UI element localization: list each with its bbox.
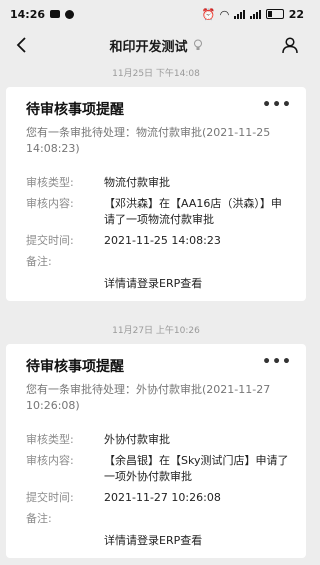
field-label: 提交时间: [26, 234, 74, 247]
card-subtitle: 您有一条审批待处理：外协付款审批(2021-11-27 10:26:08) [26, 383, 271, 412]
field-label: 备注: [26, 512, 52, 525]
field-row: 审核内容: 【余昌银】在【Sky测试门店】申请了一项外协付款审批 [26, 453, 292, 485]
field-value: 物流付款审批 [104, 176, 170, 189]
detail-note: 详情请登录ERP查看 [104, 277, 203, 290]
field-row: 审核类型: 外协付款审批 [26, 432, 292, 448]
signal-icon [233, 9, 245, 19]
field-label: 审核内容: [26, 454, 74, 467]
field-label: 审核类型: [26, 176, 74, 189]
field-label: 审核内容: [26, 197, 74, 210]
card-subtitle: 您有一条审批待处理：物流付款审批(2021-11-25 14:08:23) [26, 126, 271, 155]
profile-button[interactable] [278, 33, 302, 57]
field-value: 【邓洪森】在【AA16店（洪森）】申请了一项物流付款审批 [104, 197, 282, 226]
field-value [104, 254, 292, 270]
message-timestamp: 11月27日 上午10:26 [112, 326, 200, 336]
status-time: 14:26 [10, 7, 46, 21]
user-icon [282, 37, 298, 54]
approval-card[interactable]: ••• 待审核事项提醒 您有一条审批待处理：外协付款审批(2021-11-27 … [6, 344, 306, 558]
message-icon [50, 10, 61, 18]
chat-title: 和印开发测试 [109, 39, 188, 55]
status-bar: 14:26 ⏰ ◠ 22 [0, 0, 312, 28]
message-timestamp: 11月25日 下午14:08 [112, 69, 200, 79]
field-row: 提交时间: 2021-11-27 10:26:08 [26, 490, 292, 506]
card-title: 待审核事项提醒 [26, 102, 124, 118]
field-label: 审核类型: [26, 433, 74, 446]
card-title: 待审核事项提醒 [26, 359, 124, 375]
approval-card[interactable]: ••• 待审核事项提醒 您有一条审批待处理：物流付款审批(2021-11-25 … [6, 87, 306, 301]
nav-bar: 和印开发测试 [0, 28, 312, 62]
field-value: 2021-11-25 14:08:23 [104, 234, 221, 247]
wifi-icon: ◠ [220, 7, 229, 21]
more-options-icon[interactable]: ••• [262, 97, 292, 113]
field-value [104, 511, 292, 527]
more-options-icon[interactable]: ••• [262, 354, 292, 370]
battery-level: 22 [288, 7, 304, 21]
field-value: 2021-11-27 10:26:08 [104, 491, 221, 504]
signal-icon-2 [249, 9, 261, 19]
back-button[interactable] [10, 33, 34, 57]
field-row: 备注: [26, 511, 292, 527]
field-label: 提交时间: [26, 491, 74, 504]
bulb-icon [193, 39, 202, 50]
field-value: 外协付款审批 [104, 433, 170, 446]
alarm-icon: ⏰ [201, 7, 216, 21]
field-label: 备注: [26, 255, 52, 268]
field-row: 提交时间: 2021-11-25 14:08:23 [26, 233, 292, 249]
field-row: 审核类型: 物流付款审批 [26, 175, 292, 191]
detail-note: 详情请登录ERP查看 [104, 534, 203, 547]
battery-icon [265, 9, 284, 19]
field-row: 审核内容: 【邓洪森】在【AA16店（洪森）】申请了一项物流付款审批 [26, 196, 292, 228]
back-arrow-icon [16, 37, 26, 53]
field-value: 【余昌银】在【Sky测试门店】申请了一项外协付款审批 [104, 454, 289, 483]
field-row: 备注: [26, 254, 292, 270]
notification-dot-icon [65, 9, 75, 19]
